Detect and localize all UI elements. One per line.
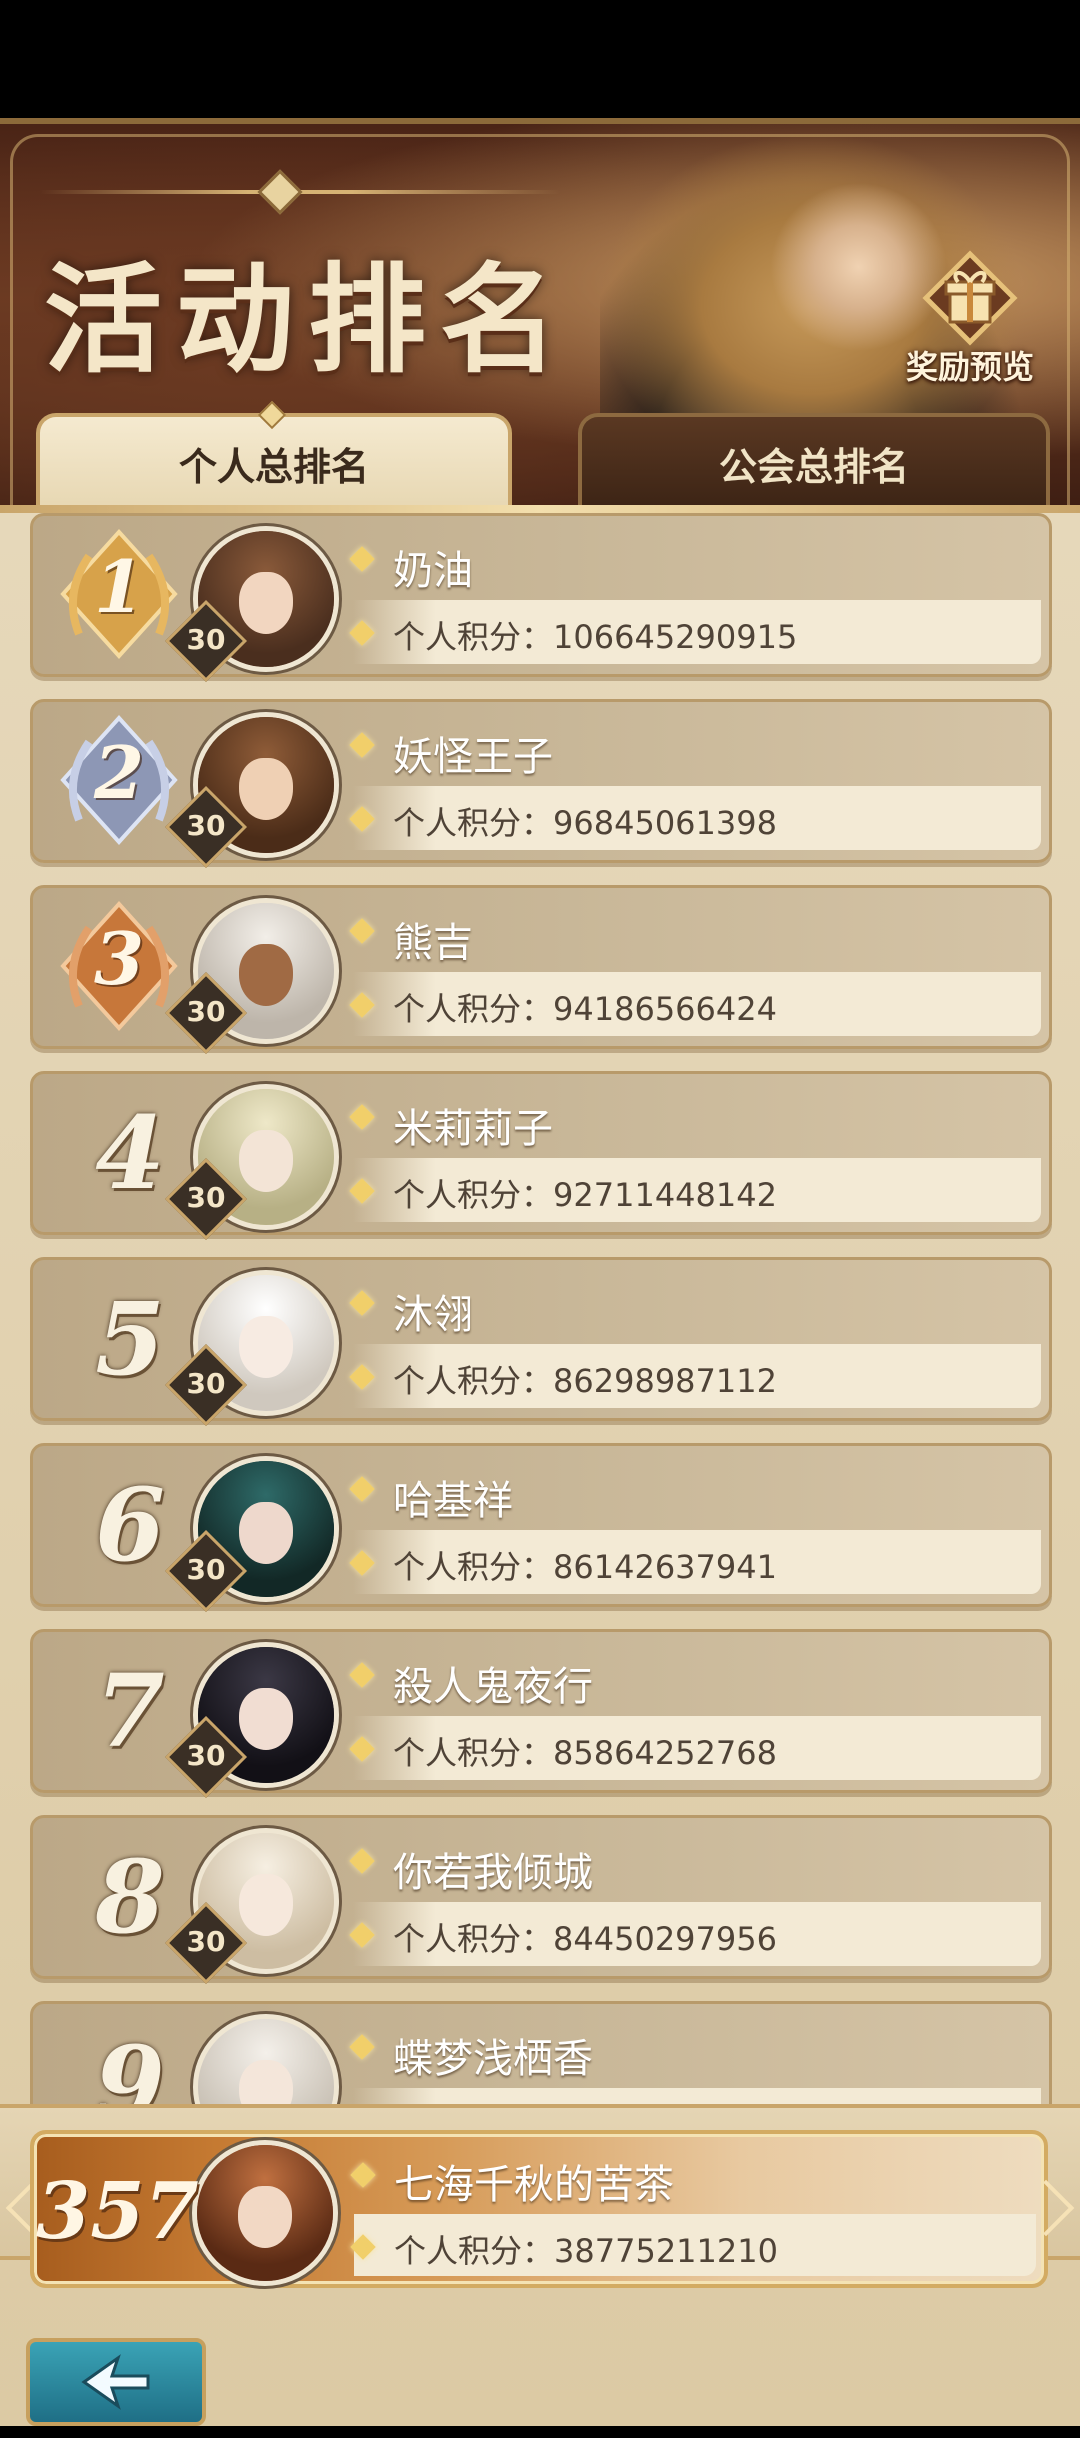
score-label: 个人积分： <box>393 804 554 842</box>
ranking-row-1[interactable]: 1 30 奶油 个人积分：106645290915 <box>30 513 1052 683</box>
score-label: 个人积分： <box>393 1548 554 1586</box>
ranking-row-7[interactable]: 7 30 殺人鬼夜行 个人积分：85864252768 <box>30 1629 1052 1799</box>
level-text: 30 <box>186 1553 226 1586</box>
score-value: 106645290915 <box>553 618 798 656</box>
back-button[interactable] <box>26 2338 206 2426</box>
level-text: 30 <box>186 1925 226 1958</box>
sparkle-icon <box>349 1290 375 1316</box>
event-ranking-screen: 活动排名 奖励预览 个人总排名 公会总排名 1 30 奶油 个人积分：10664… <box>0 0 1080 2438</box>
score-value: 96845061398 <box>553 804 777 842</box>
own-rank-number: 357 <box>36 2166 199 2257</box>
player-name: 妖怪王子 <box>393 734 553 780</box>
tab-personal-ranking[interactable]: 个人总排名 <box>36 413 512 509</box>
score-label: 个人积分： <box>393 1176 554 1214</box>
ranking-row-2[interactable]: 2 30 妖怪王子 个人积分：96845061398 <box>30 699 1052 869</box>
player-score: 个人积分：92711448142 <box>393 1170 777 1216</box>
sparkle-icon <box>349 546 375 572</box>
player-name: 哈基祥 <box>393 1478 513 1524</box>
sparkle-icon <box>349 732 375 758</box>
tab-guild-ranking[interactable]: 公会总排名 <box>578 413 1050 509</box>
rank-number-text: 2 <box>93 730 145 815</box>
ranking-row-8[interactable]: 8 30 你若我倾城 个人积分：84450297956 <box>30 1815 1052 1985</box>
level-text: 30 <box>186 995 226 1028</box>
level-text: 30 <box>186 1367 226 1400</box>
score-label: 个人积分： <box>393 1362 554 1400</box>
level-text: 30 <box>186 809 226 842</box>
level-text: 30 <box>186 1181 226 1214</box>
reward-preview-button[interactable]: 奖励预览 <box>880 250 1060 400</box>
player-score: 个人积分：96845061398 <box>393 798 777 844</box>
score-label: 个人积分： <box>393 1734 554 1772</box>
player-score: 个人积分：86298987112 <box>393 1356 777 1402</box>
own-avatar[interactable] <box>192 2140 338 2286</box>
own-player-name: 七海千秋的苦茶 <box>394 2162 674 2208</box>
own-player-score: 个人积分：38775211210 <box>394 2226 778 2272</box>
player-score: 个人积分：94186566424 <box>393 984 777 1030</box>
score-label: 个人积分： <box>393 1920 554 1958</box>
player-score: 个人积分：106645290915 <box>393 612 797 658</box>
player-name: 你若我倾城 <box>393 1850 593 1896</box>
back-arrow-icon <box>81 2354 150 2410</box>
page-title: 活动排名 <box>44 250 573 389</box>
player-name: 殺人鬼夜行 <box>393 1664 593 1710</box>
sparkle-icon <box>349 1848 375 1874</box>
player-name: 熊吉 <box>393 920 473 966</box>
rank-number-text: 3 <box>93 916 145 1001</box>
level-text: 30 <box>186 623 226 656</box>
player-score: 个人积分：86142637941 <box>393 1542 777 1588</box>
score-value: 84450297956 <box>553 1920 777 1958</box>
score-value: 86142637941 <box>553 1548 777 1586</box>
ranking-row-5[interactable]: 5 30 沐翎 个人积分：86298987112 <box>30 1257 1052 1427</box>
ranking-row-6[interactable]: 6 30 哈基祥 个人积分：86142637941 <box>30 1443 1052 1613</box>
player-name: 米莉莉子 <box>393 1106 553 1152</box>
sparkle-icon <box>349 2034 375 2060</box>
ranking-row-4[interactable]: 4 30 米莉莉子 个人积分：92711448142 <box>30 1071 1052 1241</box>
sparkle-icon <box>350 2162 376 2188</box>
score-value: 38775211210 <box>554 2232 778 2270</box>
score-label: 个人积分： <box>394 2232 555 2270</box>
score-value: 92711448142 <box>553 1176 777 1214</box>
score-value: 86298987112 <box>553 1362 777 1400</box>
bottom-bar <box>0 2426 1080 2438</box>
player-name: 奶油 <box>393 548 473 594</box>
score-label: 个人积分： <box>393 618 554 656</box>
gift-icon <box>922 250 1018 346</box>
sparkle-icon <box>349 918 375 944</box>
sparkle-icon <box>349 1104 375 1130</box>
score-value: 85864252768 <box>553 1734 777 1772</box>
score-value: 94186566424 <box>553 990 777 1028</box>
player-name: 沐翎 <box>393 1292 473 1338</box>
sparkle-icon <box>349 1476 375 1502</box>
score-label: 个人积分： <box>393 990 554 1028</box>
player-score: 个人积分：84450297956 <box>393 1914 777 1960</box>
player-name: 蝶梦浅栖香 <box>393 2036 593 2082</box>
level-text: 30 <box>186 1739 226 1772</box>
rank-number-text: 1 <box>93 544 145 629</box>
sparkle-icon <box>349 1662 375 1688</box>
reward-preview-label: 奖励预览 <box>905 348 1034 386</box>
ranking-row-3[interactable]: 3 30 熊吉 个人积分：94186566424 <box>30 885 1052 1055</box>
player-score: 个人积分：85864252768 <box>393 1728 777 1774</box>
